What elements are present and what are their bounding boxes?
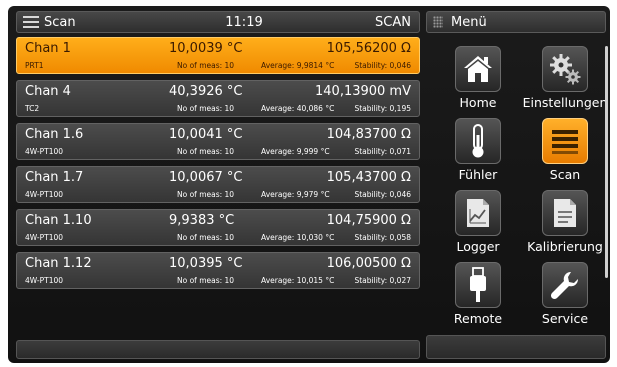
channel-name: Chan 1.6 bbox=[25, 127, 84, 142]
menu-item-remote[interactable]: Remote bbox=[433, 262, 523, 326]
channel-sensor: 4W-PT100 bbox=[25, 190, 64, 199]
menu-item-logger[interactable]: Logger bbox=[433, 190, 523, 254]
header-bar: Scan 11:19 SCAN bbox=[16, 11, 420, 33]
channel-stability: Stability: 0,058 bbox=[354, 233, 411, 242]
mode-indicator: SCAN bbox=[375, 14, 411, 30]
channel-sensor: 4W-PT100 bbox=[25, 147, 64, 156]
channel-row[interactable]: Chan 1.12 10,0395 °C 106,00500 Ω 4W-PT10… bbox=[16, 252, 420, 289]
channel-stability: Stability: 0,046 bbox=[354, 190, 411, 199]
channel-sensor: 4W-PT100 bbox=[25, 233, 64, 242]
menu-header: Menü bbox=[426, 11, 606, 33]
channel-average: Average: 10,015 °C bbox=[261, 276, 335, 285]
channel-value: 104,75900 Ω bbox=[326, 213, 411, 228]
channel-name: Chan 1 bbox=[25, 41, 71, 56]
gears-icon bbox=[550, 54, 581, 85]
logger-chart-icon bbox=[467, 199, 489, 227]
channel-value: 140,13900 mV bbox=[315, 84, 411, 99]
channel-average: Average: 9,9814 °C bbox=[261, 61, 335, 70]
channel-sensor: 4W-PT100 bbox=[25, 276, 64, 285]
menu-label-remote: Remote bbox=[453, 311, 503, 326]
scan-button[interactable] bbox=[542, 118, 588, 164]
status-bar bbox=[16, 340, 420, 359]
channel-temperature: 10,0395 °C bbox=[169, 256, 243, 271]
menu-label-logger: Logger bbox=[456, 239, 500, 254]
channel-name: Chan 4 bbox=[25, 84, 71, 99]
channel-stability: Stability: 0,027 bbox=[354, 276, 411, 285]
channel-value: 105,56200 Ω bbox=[326, 41, 411, 56]
menu-item-fuehler[interactable]: Fühler bbox=[433, 118, 523, 182]
menu-scrollbar[interactable] bbox=[605, 46, 608, 278]
channel-name: Chan 1.7 bbox=[25, 170, 84, 185]
menu-item-service[interactable]: Service bbox=[520, 262, 610, 326]
channel-row[interactable]: Chan 4 40,3926 °C 140,13900 mV TC2 No of… bbox=[16, 80, 420, 117]
channel-average: Average: 9,979 °C bbox=[261, 190, 330, 199]
menu-status-bar bbox=[426, 335, 606, 359]
channel-list: Chan 1 10,0039 °C 105,56200 Ω PRT1 No of… bbox=[16, 37, 420, 295]
settings-button[interactable] bbox=[542, 46, 588, 92]
probe-button[interactable] bbox=[455, 118, 501, 164]
channel-row[interactable]: Chan 1.6 10,0041 °C 104,83700 Ω 4W-PT100… bbox=[16, 123, 420, 160]
channel-stability: Stability: 0,046 bbox=[354, 61, 411, 70]
logger-button[interactable] bbox=[455, 190, 501, 236]
channel-row[interactable]: Chan 1.7 10,0067 °C 105,43700 Ω 4W-PT100… bbox=[16, 166, 420, 203]
menu-item-einstellungen[interactable]: Einstellungen bbox=[520, 46, 610, 110]
clock: 11:19 bbox=[225, 14, 263, 30]
menu-item-home[interactable]: Home bbox=[433, 46, 523, 110]
home-icon bbox=[464, 56, 492, 82]
channel-meas-count: No of meas: 10 bbox=[177, 276, 235, 285]
wrench-icon bbox=[550, 271, 579, 300]
channel-sensor: TC2 bbox=[25, 104, 40, 113]
menu-label-kalibrierung: Kalibrierung bbox=[527, 239, 603, 254]
menu-item-scan[interactable]: Scan bbox=[520, 118, 610, 182]
channel-name: Chan 1.12 bbox=[25, 256, 92, 271]
channel-meas-count: No of meas: 10 bbox=[177, 147, 235, 156]
calibration-document-icon bbox=[554, 199, 576, 227]
thermometer-icon bbox=[472, 124, 484, 158]
drag-grip-icon[interactable] bbox=[433, 16, 443, 28]
channel-temperature: 10,0067 °C bbox=[169, 170, 243, 185]
channel-stability: Stability: 0,195 bbox=[354, 104, 411, 113]
channel-average: Average: 40,086 °C bbox=[261, 104, 335, 113]
menu-item-kalibrierung[interactable]: Kalibrierung bbox=[520, 190, 610, 254]
channel-value: 106,00500 Ω bbox=[326, 256, 411, 271]
calibration-button[interactable] bbox=[542, 190, 588, 236]
menu-label-service: Service bbox=[541, 311, 589, 326]
channel-stability: Stability: 0,071 bbox=[354, 147, 411, 156]
channel-meas-count: No of meas: 10 bbox=[177, 190, 235, 199]
channel-sensor: PRT1 bbox=[25, 61, 44, 70]
service-button[interactable] bbox=[542, 262, 588, 308]
menu-title: Menü bbox=[451, 14, 487, 30]
scan-list-icon bbox=[552, 130, 578, 154]
hamburger-icon[interactable] bbox=[23, 16, 39, 28]
menu-label-einstellungen: Einstellungen bbox=[522, 95, 608, 110]
usb-plug-icon bbox=[470, 267, 486, 302]
channel-meas-count: No of meas: 10 bbox=[177, 233, 235, 242]
channel-meas-count: No of meas: 10 bbox=[177, 104, 235, 113]
menu-label-home: Home bbox=[459, 95, 497, 110]
channel-average: Average: 9,999 °C bbox=[261, 147, 330, 156]
channel-temperature: 40,3926 °C bbox=[169, 84, 243, 99]
device-screen: Scan 11:19 SCAN Menü Chan 1 10,0039 °C 1… bbox=[8, 6, 610, 363]
channel-value: 104,83700 Ω bbox=[326, 127, 411, 142]
channel-temperature: 9,9383 °C bbox=[169, 213, 235, 228]
home-button[interactable] bbox=[455, 46, 501, 92]
remote-button[interactable] bbox=[455, 262, 501, 308]
channel-value: 105,43700 Ω bbox=[326, 170, 411, 185]
channel-meas-count: No of meas: 10 bbox=[177, 61, 235, 70]
menu-label-fuehler: Fühler bbox=[458, 167, 498, 182]
channel-row[interactable]: Chan 1 10,0039 °C 105,56200 Ω PRT1 No of… bbox=[16, 37, 420, 74]
channel-row[interactable]: Chan 1.10 9,9383 °C 104,75900 Ω 4W-PT100… bbox=[16, 209, 420, 246]
page-title: Scan bbox=[44, 14, 76, 30]
channel-name: Chan 1.10 bbox=[25, 213, 92, 228]
channel-temperature: 10,0041 °C bbox=[169, 127, 243, 142]
menu-label-scan: Scan bbox=[549, 167, 581, 182]
channel-temperature: 10,0039 °C bbox=[169, 41, 243, 56]
channel-average: Average: 10,030 °C bbox=[261, 233, 335, 242]
